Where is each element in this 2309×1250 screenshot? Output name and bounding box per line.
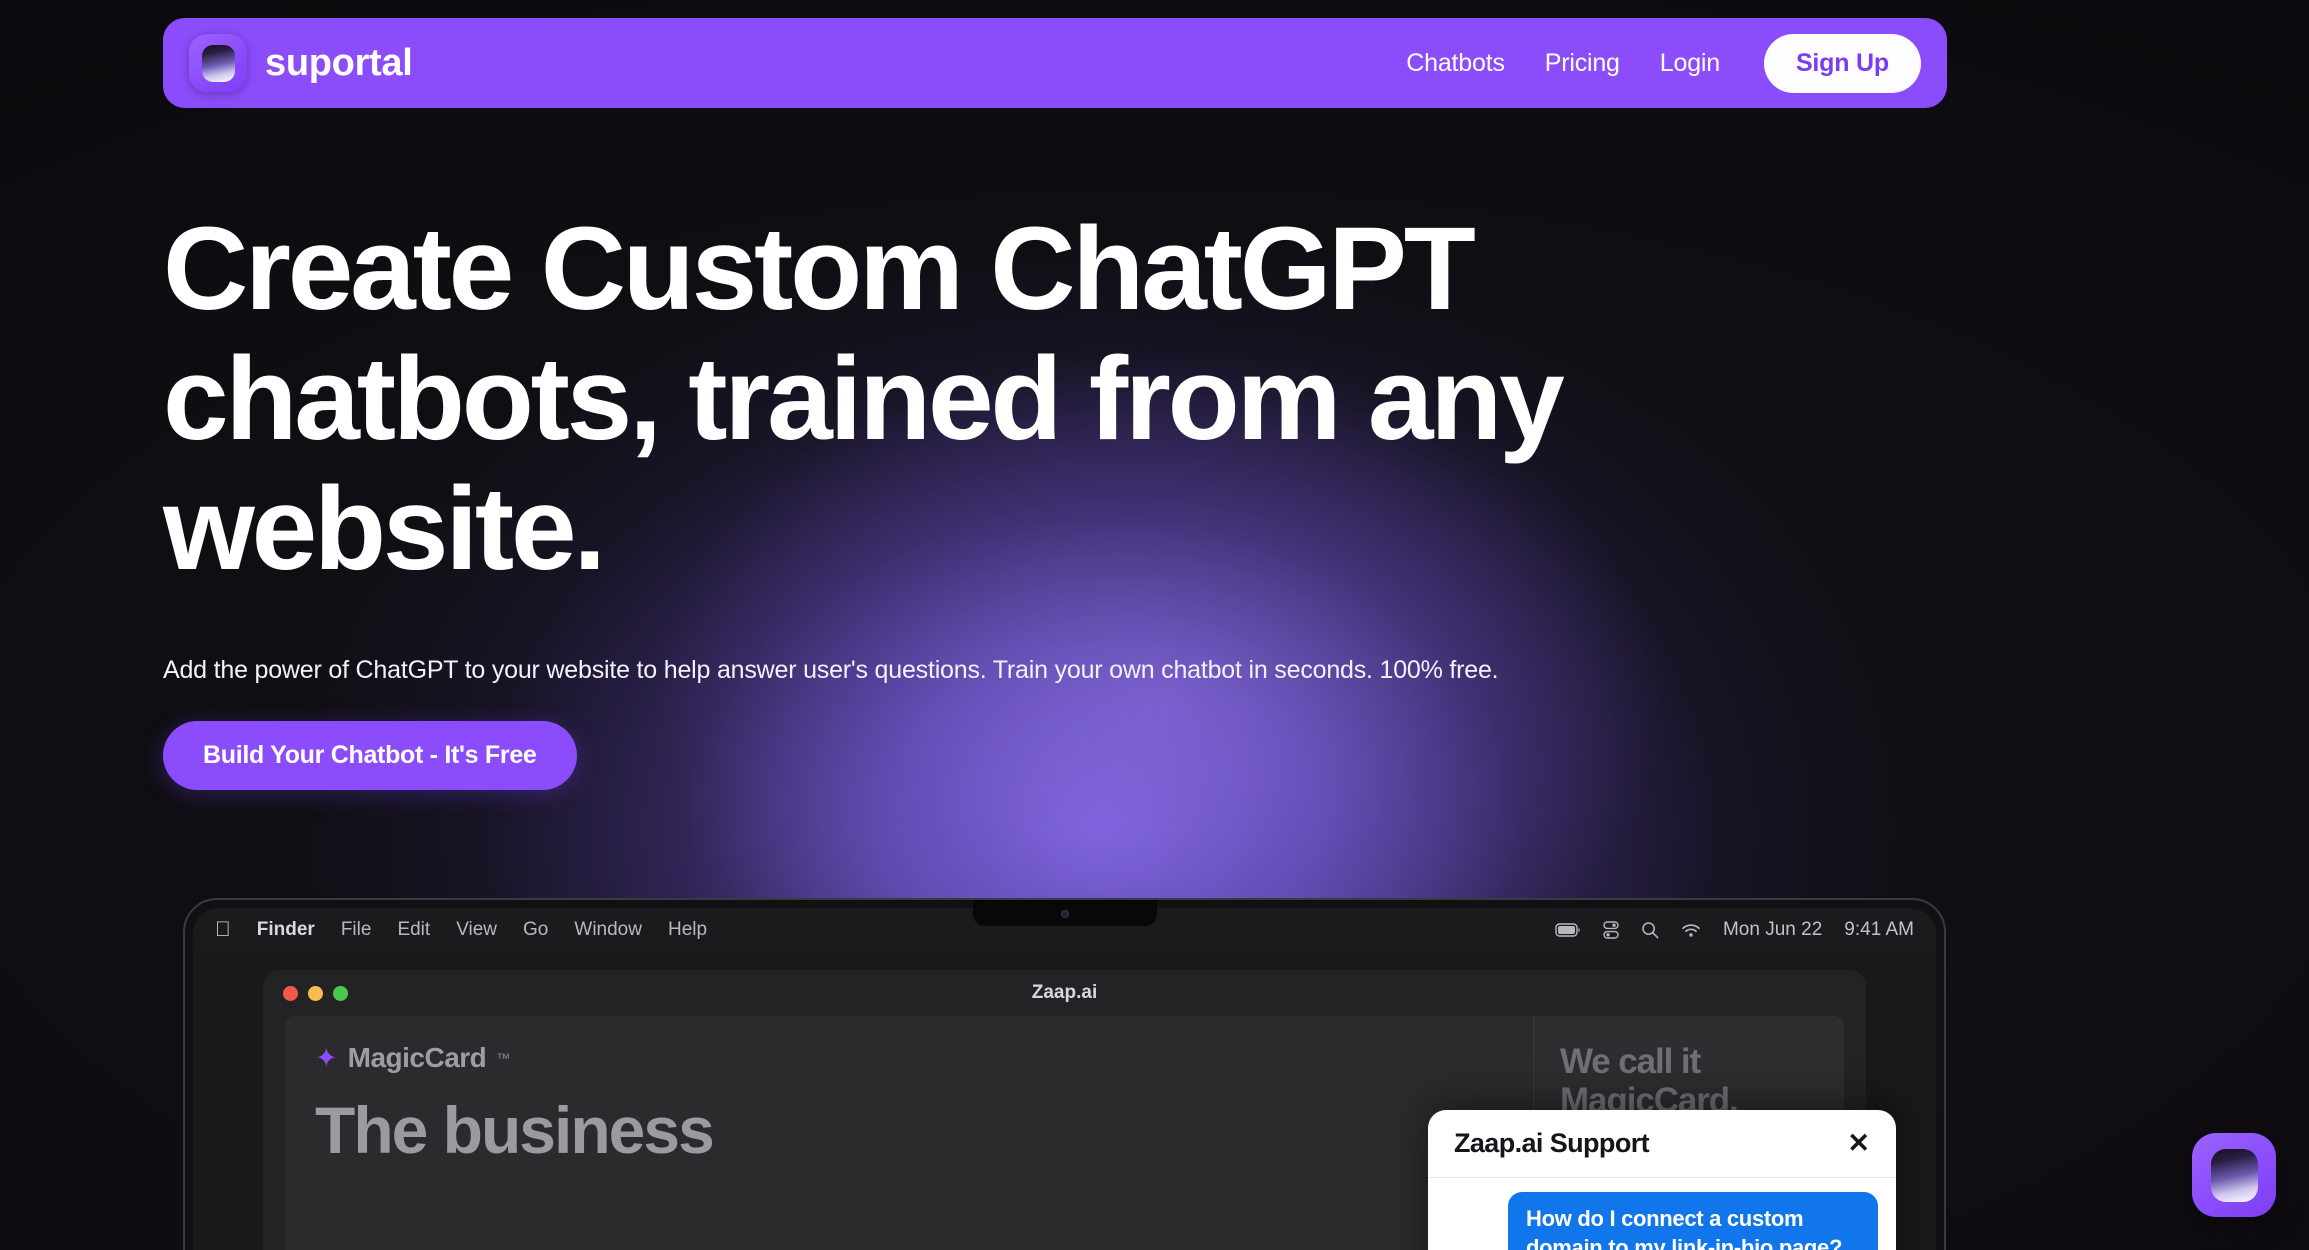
menubar-date: Mon Jun 22 (1722, 919, 1823, 940)
traffic-lights (283, 985, 348, 1001)
window-close-button[interactable] (283, 985, 298, 1001)
signup-button[interactable]: Sign Up (1763, 33, 1921, 93)
trademark-symbol: ™ (496, 1050, 511, 1066)
chat-widget: Zaap.ai Support ✕ How do I connect a cus… (1428, 1110, 1896, 1250)
chat-widget-header: Zaap.ai Support ✕ (1428, 1110, 1896, 1178)
main-nav: Chatbots Pricing Login Sign Up (1406, 33, 1921, 93)
chat-launcher-button[interactable] (2192, 1133, 2276, 1217)
site-headline: The business (315, 1093, 715, 1167)
nav-item-chatbots[interactable]: Chatbots (1406, 49, 1505, 78)
menubar-item-view[interactable]: View (456, 919, 497, 941)
sparkle-icon: ✦ (315, 1042, 338, 1073)
chat-message-bubble-user: How do I connect a custom domain to my l… (1508, 1192, 1878, 1250)
menubar-status-area: Mon Jun 22 9:41 AM (1555, 919, 1914, 941)
hero-headline: Create Custom ChatGPT chatbots, trained … (163, 203, 1565, 595)
close-icon[interactable]: ✕ (1847, 1130, 1870, 1157)
logo-inner-shape (202, 45, 235, 82)
control-center-icon[interactable] (1603, 921, 1619, 939)
menubar-time: 9:41 AM (1844, 919, 1914, 940)
battery-icon[interactable] (1555, 923, 1581, 937)
menubar-item-window[interactable]: Window (574, 919, 642, 941)
build-chatbot-cta-button[interactable]: Build Your Chatbot - It's Free (163, 721, 577, 791)
apple-logo-icon[interactable]:  (215, 918, 231, 942)
magiccard-product-name: MagicCard (347, 1042, 487, 1073)
window-maximize-button[interactable] (333, 985, 348, 1001)
chat-widget-title: Zaap.ai Support (1454, 1128, 1650, 1158)
launcher-logo-icon (2211, 1149, 2258, 1202)
window-minimize-button[interactable] (308, 985, 323, 1001)
chat-message-list: How do I connect a custom domain to my l… (1428, 1178, 1896, 1250)
webcam-icon (1060, 910, 1069, 918)
suportal-logo-icon (189, 34, 247, 92)
menubar-item-help[interactable]: Help (668, 919, 707, 941)
search-icon[interactable] (1641, 921, 1659, 939)
page-root: suportal Chatbots Pricing Login Sign Up … (0, 0, 2309, 1250)
menubar-item-edit[interactable]: Edit (397, 919, 430, 941)
browser-titlebar: Zaap.ai (263, 970, 1866, 1016)
hero-subtext: Add the power of ChatGPT to your website… (163, 656, 1499, 685)
menubar-item-file[interactable]: File (341, 919, 372, 941)
nav-item-pricing[interactable]: Pricing (1545, 49, 1620, 78)
brand[interactable]: suportal (189, 34, 413, 92)
laptop-notch (972, 900, 1157, 926)
site-main-column: ✦ MagicCard ™ The business (285, 1016, 1534, 1250)
site-side-headline: We call it MagicCard. (1560, 1042, 1739, 1121)
browser-window-title: Zaap.ai (1031, 982, 1098, 1003)
hero-section: Create Custom ChatGPT chatbots, trained … (163, 203, 1763, 791)
site-header: suportal Chatbots Pricing Login Sign Up (163, 18, 1947, 108)
magiccard-brand-row: ✦ MagicCard ™ (315, 1042, 1503, 1074)
brand-name: suportal (265, 41, 413, 84)
nav-item-login[interactable]: Login (1660, 49, 1720, 78)
menubar-item-go[interactable]: Go (523, 919, 548, 941)
menubar-item-finder[interactable]: Finder (257, 919, 315, 941)
wifi-icon[interactable] (1681, 923, 1701, 938)
